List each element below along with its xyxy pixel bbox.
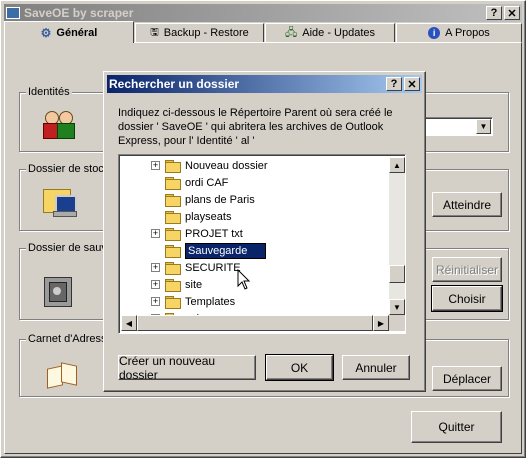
dialog-title: Rechercher un dossier: [109, 77, 240, 91]
vertical-scrollbar[interactable]: ▲ ▼: [389, 157, 405, 315]
safe-icon: [44, 277, 72, 311]
scroll-left-icon[interactable]: ◀: [121, 315, 137, 331]
tree-item[interactable]: + Templates: [151, 293, 235, 310]
folder-icon: [165, 176, 181, 190]
folder-icon: [165, 159, 181, 173]
scroll-right-icon[interactable]: ▶: [373, 315, 389, 331]
cancel-button[interactable]: Annuler: [342, 355, 410, 380]
browse-folder-dialog: Rechercher un dossier ? ✕ Indiquez ci-de…: [103, 71, 426, 392]
tab-a-propos[interactable]: i A Propos: [396, 23, 522, 42]
horizontal-scrollbar[interactable]: ◀ ▶: [121, 315, 389, 331]
tree-viewport: + Nouveau dossier ordi CAF plans de Pari…: [121, 157, 389, 315]
tree-item[interactable]: + Nouveau dossier: [151, 157, 268, 174]
scroll-thumb-horizontal[interactable]: [137, 315, 373, 331]
backup-icon: 🖫: [150, 26, 159, 38]
dialog-title-bar[interactable]: Rechercher un dossier ? ✕: [107, 75, 422, 93]
tree-item[interactable]: playseats: [165, 208, 231, 225]
tab-aide-updates[interactable]: 🖧 Aide - Updates: [265, 23, 395, 42]
folder-icon: [165, 295, 181, 309]
main-title-bar[interactable]: SaveOE by scraper ? ✕: [4, 4, 522, 22]
identity-select[interactable]: ▼: [417, 117, 493, 136]
main-close-button[interactable]: ✕: [504, 6, 520, 20]
users-icon: [43, 107, 75, 139]
rename-input[interactable]: Sauvegarde: [185, 242, 267, 259]
tree-item[interactable]: + PROJET txt: [151, 225, 243, 242]
scroll-down-icon[interactable]: ▼: [389, 299, 405, 315]
atteindre-button[interactable]: Atteindre: [432, 192, 502, 217]
tree-item[interactable]: + SECURITE: [151, 259, 241, 276]
address-book-icon: [47, 362, 77, 389]
tab-backup-restore[interactable]: 🖫 Backup - Restore: [135, 23, 264, 42]
tree-item[interactable]: ordi CAF: [165, 174, 228, 191]
gear-icon: ⚙: [40, 25, 52, 40]
folder-icon: [165, 261, 181, 275]
main-help-button[interactable]: ?: [486, 6, 502, 20]
choisir-button[interactable]: Choisir: [431, 285, 503, 312]
open-folder-icon: [165, 244, 181, 258]
scroll-thumb[interactable]: [389, 265, 405, 283]
deplacer-button[interactable]: Déplacer: [432, 366, 502, 391]
reinitialiser-button[interactable]: Réinitialiser: [432, 257, 502, 282]
folder-icon: [165, 193, 181, 207]
mouse-cursor-icon: [237, 268, 251, 291]
ok-button[interactable]: OK: [265, 354, 334, 381]
dialog-description: Indiquez ci-dessous le Répertoire Parent…: [118, 107, 393, 147]
quitter-button[interactable]: Quitter: [411, 411, 502, 443]
tree-item[interactable]: plans de Paris: [165, 191, 255, 208]
dialog-help-button[interactable]: ?: [386, 77, 402, 91]
help-network-icon: 🖧: [284, 26, 298, 39]
new-folder-button[interactable]: Créer un nouveau dossier: [118, 354, 256, 382]
tree-item-selected[interactable]: Sauvegarde: [165, 242, 267, 259]
computer-folder-icon: [43, 185, 77, 217]
folder-tree[interactable]: + Nouveau dossier ordi CAF plans de Pari…: [118, 154, 406, 334]
folder-icon: [165, 278, 181, 292]
main-window-title: SaveOE by scraper: [24, 6, 134, 20]
folder-icon: [165, 227, 181, 241]
info-icon: i: [428, 27, 441, 39]
tree-item[interactable]: + site: [151, 276, 202, 293]
scroll-up-icon[interactable]: ▲: [389, 157, 405, 173]
dialog-close-button[interactable]: ✕: [404, 77, 420, 91]
app-icon: [6, 7, 20, 19]
scroll-corner: [389, 315, 405, 331]
chevron-down-icon[interactable]: ▼: [476, 119, 491, 134]
tab-general[interactable]: ⚙ Général: [4, 21, 134, 43]
folder-icon: [165, 210, 181, 224]
